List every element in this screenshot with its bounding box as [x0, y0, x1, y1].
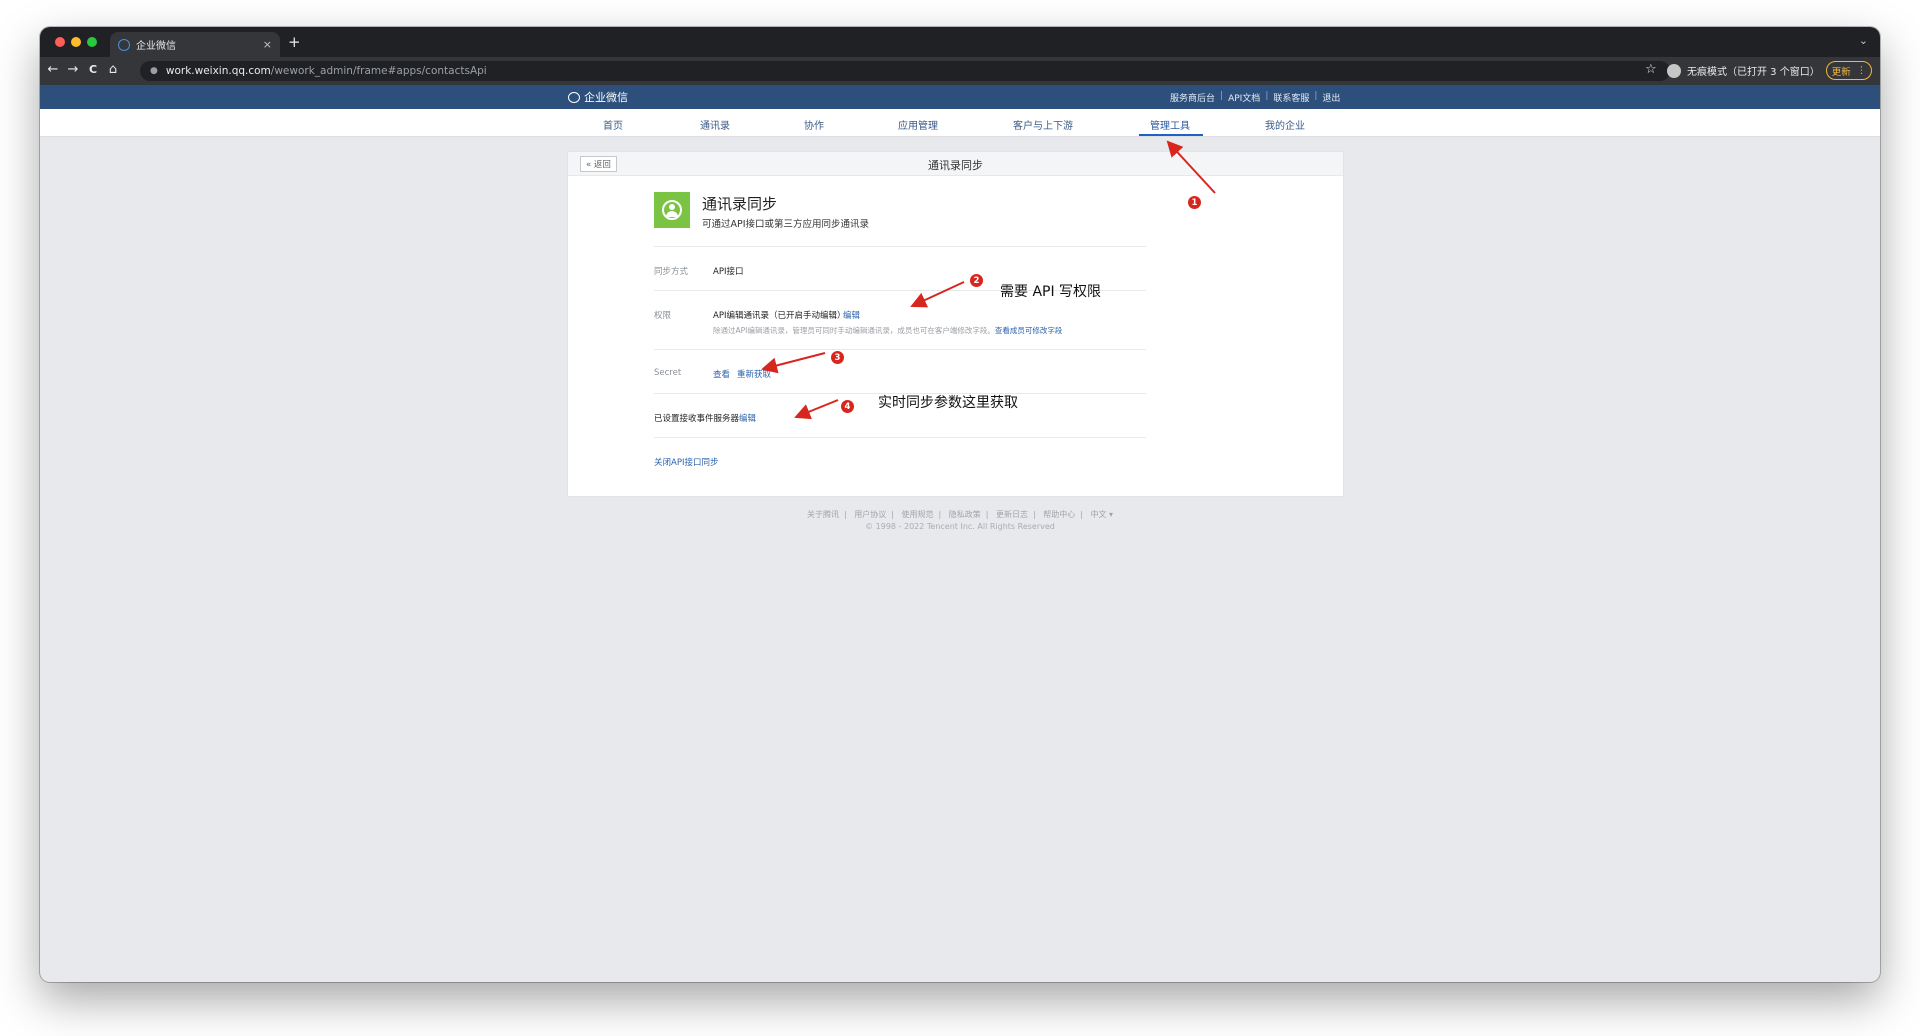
header-link-api-docs[interactable]: API文档: [1228, 91, 1260, 104]
copyright: © 1998 - 2022 Tencent Inc. All Rights Re…: [865, 522, 1055, 531]
nav-contacts[interactable]: 通讯录: [700, 117, 730, 132]
card-title: 通讯录同步: [928, 159, 983, 172]
nav-admin-tools[interactable]: 管理工具: [1150, 117, 1190, 132]
divider: [654, 437, 1146, 438]
bookmark-star-icon[interactable]: ☆: [1645, 62, 1657, 77]
tab-search-icon[interactable]: ⌄: [1859, 34, 1868, 47]
header-links: 服务商后台 | API文档 | 联系客服 | 退出: [1170, 91, 1341, 104]
header-link-support[interactable]: 联系客服: [1273, 91, 1309, 104]
annotation-badge-1: 1: [1188, 196, 1201, 209]
forward-icon[interactable]: →: [64, 62, 82, 77]
app-name: 通讯录同步: [702, 195, 778, 213]
reload-icon[interactable]: C: [84, 63, 102, 76]
nav-collaboration[interactable]: 协作: [804, 117, 824, 132]
url-path: /wework_admin/frame#apps/contactsApi: [270, 65, 487, 77]
lock-icon: ●: [150, 66, 158, 76]
permission-value: API编辑通讯录（已开启手动编辑）: [713, 311, 846, 321]
address-bar[interactable]: ● work.weixin.qq.com /wework_admin/frame…: [140, 61, 1670, 81]
update-button[interactable]: 更新 ⋮: [1826, 61, 1872, 80]
event-server-label: 已设置接收事件服务器: [654, 414, 740, 424]
annotation-note-permission: 需要 API 写权限: [1000, 284, 1102, 300]
header-link-logout[interactable]: 退出: [1322, 91, 1340, 104]
minimize-window-button[interactable]: [71, 37, 81, 47]
incognito-icon: [1667, 63, 1681, 78]
nav-app-management[interactable]: 应用管理: [898, 117, 938, 132]
browser-window: 企业微信 × + ⌄ ← → C ⌂ ● work.weixin.qq.com …: [40, 27, 1880, 982]
tab-close-icon[interactable]: ×: [263, 38, 272, 51]
app-description: 可通过API接口或第三方应用同步通讯录: [702, 219, 870, 230]
back-icon[interactable]: ←: [44, 62, 62, 77]
active-tab-underline: [1139, 134, 1203, 136]
new-tab-icon[interactable]: +: [288, 33, 301, 51]
event-server-edit-link[interactable]: 编辑: [739, 412, 756, 424]
footer-link-agreement[interactable]: 用户协议: [854, 510, 886, 519]
update-label: 更新: [1831, 66, 1851, 78]
language-select[interactable]: 中文 ▾: [1090, 510, 1113, 519]
nav-my-enterprise[interactable]: 我的企业: [1265, 117, 1305, 132]
permission-hint: 除通过API编辑通讯录，管理员可同时手动编辑通讯录，成员也可在客户端修改字段。查…: [713, 325, 1062, 336]
tab-title: 企业微信: [136, 41, 176, 52]
divider: [654, 246, 1146, 247]
footer-links: 关于腾讯 | 用户协议 | 使用规范 | 隐私政策 | 更新日志 | 帮助中心 | 中文 ▾: [806, 510, 1114, 519]
url-host: work.weixin.qq.com: [165, 65, 271, 77]
more-menu-icon[interactable]: ⋮: [1857, 65, 1867, 76]
home-icon[interactable]: ⌂: [104, 62, 122, 77]
tab-strip: 企业微信 × + ⌄: [40, 27, 1880, 57]
wecom-logo[interactable]: 企业微信: [568, 89, 628, 105]
secret-label: Secret: [654, 368, 682, 378]
contacts-sync-app-icon: [654, 192, 690, 228]
logo-text: 企业微信: [584, 91, 628, 104]
footer-link-privacy[interactable]: 隐私政策: [949, 510, 981, 519]
incognito-indicator[interactable]: 无痕模式（已打开 3 个窗口）: [1667, 63, 1820, 78]
main-nav: 首页 通讯录 协作 应用管理 客户与上下游 管理工具 我的企业: [40, 109, 1880, 137]
contacts-sync-card: « 返回 通讯录同步 通讯录同步 可通过API接口或第三方应用同步通讯录 同步方…: [567, 151, 1344, 497]
permission-hint-text: 除通过API编辑通讯录，管理员可同时手动编辑通讯录，成员也可在客户端修改字段。: [713, 326, 995, 335]
close-api-sync-link[interactable]: 关闭API接口同步: [654, 456, 718, 468]
card-header: « 返回 通讯录同步: [568, 152, 1343, 176]
secret-view-link[interactable]: 查看: [713, 368, 730, 380]
incognito-label: 无痕模式（已打开 3 个窗口）: [1687, 67, 1820, 78]
annotation-note-params: 实时同步参数这里获取: [878, 395, 1018, 411]
footer-link-about[interactable]: 关于腾讯: [807, 510, 839, 519]
view-editable-fields-link[interactable]: 查看成员可修改字段: [995, 326, 1063, 335]
permission-label: 权限: [654, 311, 672, 321]
annotation-badge-3: 3: [831, 351, 844, 364]
divider: [654, 349, 1146, 350]
browser-tab[interactable]: 企业微信 ×: [110, 32, 280, 57]
wecom-header: 企业微信 服务商后台 | API文档 | 联系客服 | 退出: [40, 85, 1880, 109]
permission-edit-link[interactable]: 编辑: [843, 309, 860, 321]
zoom-window-button[interactable]: [87, 37, 97, 47]
sync-method-value: API接口: [713, 267, 744, 277]
footer-link-changelog[interactable]: 更新日志: [996, 510, 1028, 519]
close-window-button[interactable]: [55, 37, 65, 47]
wecom-logo-icon: [568, 91, 580, 103]
nav-customers[interactable]: 客户与上下游: [1013, 117, 1073, 132]
annotation-badge-4: 4: [841, 400, 854, 413]
footer-link-rules[interactable]: 使用规范: [901, 510, 933, 519]
browser-toolbar: ← → C ⌂ ● work.weixin.qq.com /wework_adm…: [40, 57, 1880, 85]
secret-refresh-link[interactable]: 重新获取: [737, 368, 771, 380]
footer-link-help[interactable]: 帮助中心: [1043, 510, 1075, 519]
annotation-badge-2: 2: [970, 274, 983, 287]
nav-home[interactable]: 首页: [603, 117, 623, 132]
sync-method-label: 同步方式: [654, 267, 689, 277]
header-link-provider[interactable]: 服务商后台: [1170, 91, 1215, 104]
wecom-favicon-icon: [118, 38, 130, 51]
